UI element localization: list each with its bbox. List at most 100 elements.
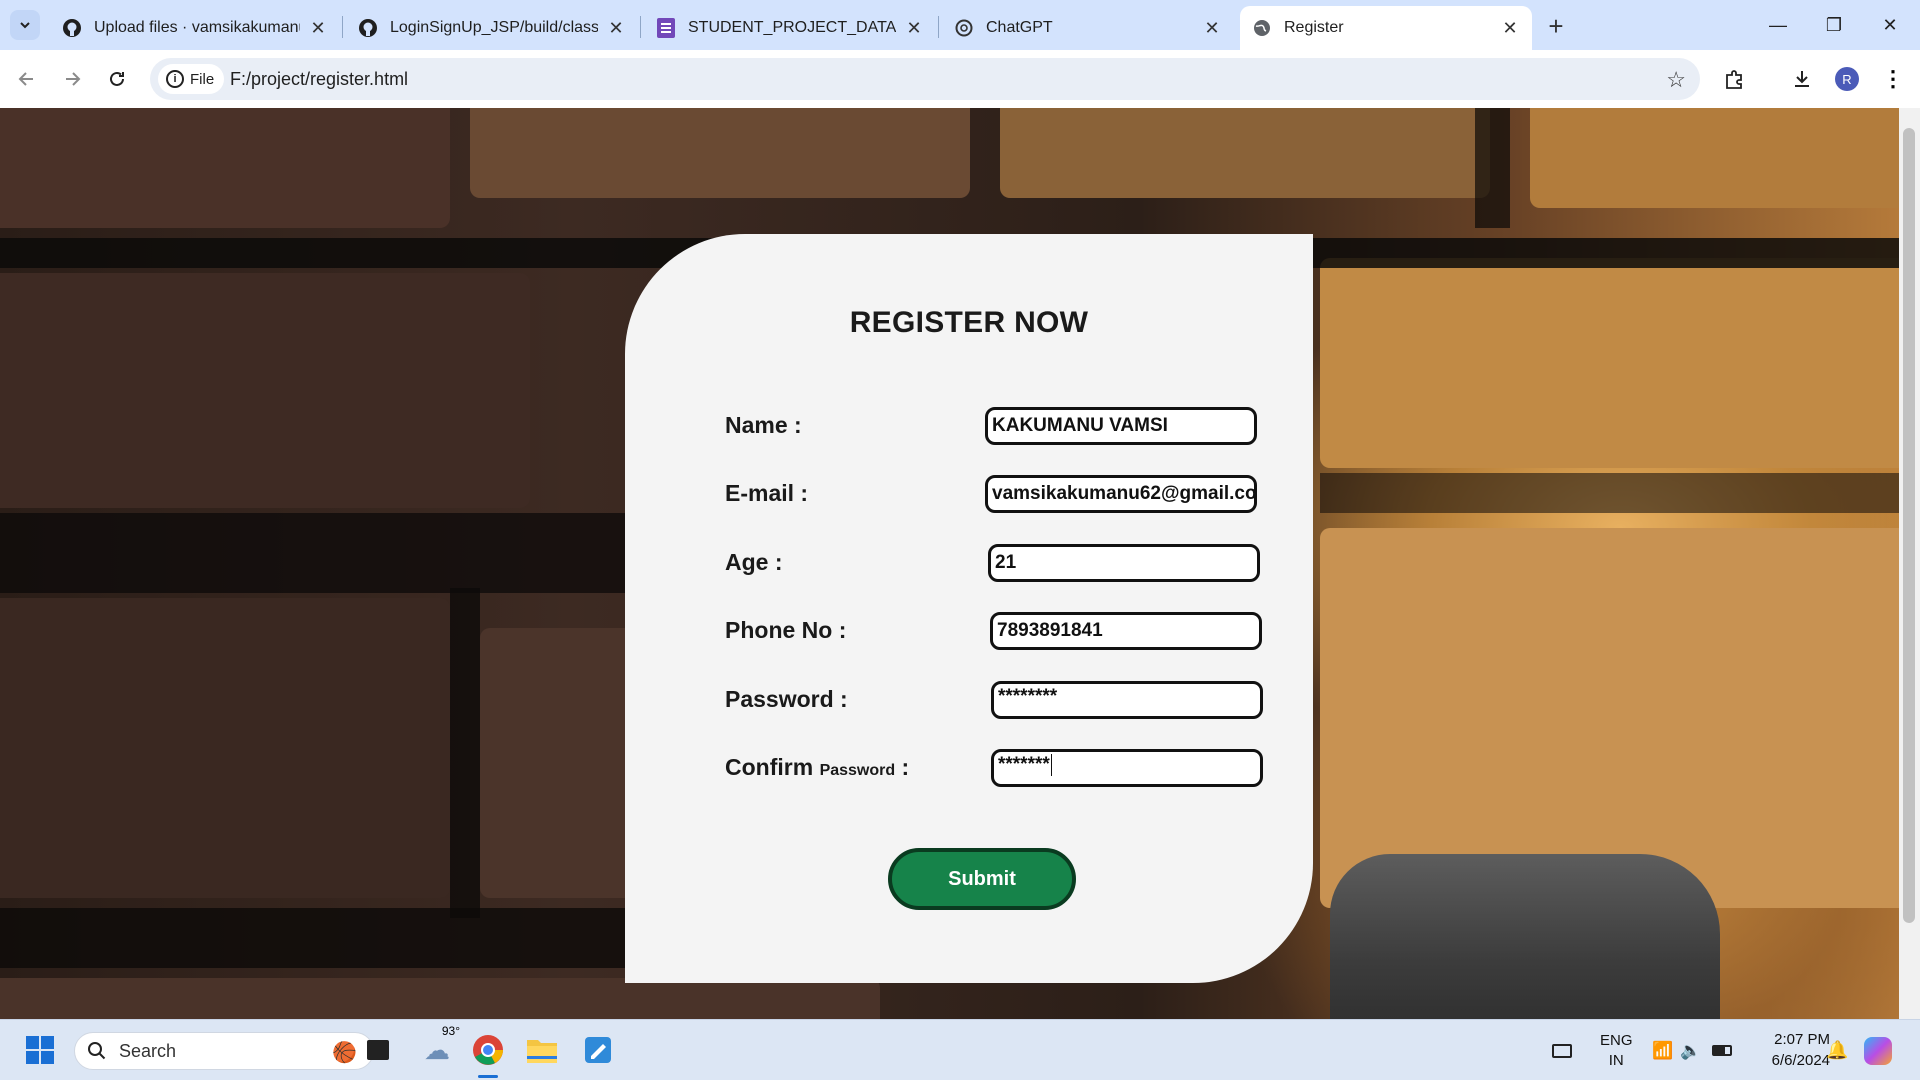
display-icon bbox=[1552, 1043, 1572, 1058]
tab-register[interactable]: Register ✕ bbox=[1240, 6, 1532, 50]
minimize-button[interactable]: — bbox=[1750, 0, 1806, 50]
background-mortar bbox=[0, 513, 640, 593]
cloud-icon: ☁ bbox=[424, 1034, 450, 1065]
phone-field[interactable]: 7893891841 bbox=[990, 612, 1262, 650]
phone-label: Phone No : bbox=[725, 617, 847, 643]
email-field[interactable]: vamsikakumanu62@gmail.com bbox=[985, 475, 1257, 513]
address-bar[interactable]: i File F:/project/register.html ☆ bbox=[150, 58, 1700, 100]
bookmark-star-icon[interactable]: ☆ bbox=[1666, 67, 1686, 93]
minimize-icon: — bbox=[1769, 14, 1787, 35]
close-icon[interactable]: ✕ bbox=[1202, 18, 1222, 38]
tab-upload-files[interactable]: Upload files · vamsikakumanu/L ✕ bbox=[50, 6, 340, 50]
back-button[interactable] bbox=[10, 62, 44, 96]
file-explorer-button[interactable] bbox=[520, 1030, 564, 1070]
confirm-password-field[interactable]: ******* bbox=[991, 749, 1263, 787]
clock-date: 6/6/2024 bbox=[1771, 1052, 1830, 1069]
language-indicator[interactable]: ENG IN bbox=[1600, 1020, 1633, 1080]
restore-button[interactable]: ❐ bbox=[1806, 0, 1862, 50]
background-pot bbox=[1330, 854, 1720, 1019]
more-vert-icon: ⋮ bbox=[1882, 66, 1904, 91]
confirm-label-main: Confirm bbox=[725, 754, 814, 780]
copilot-icon[interactable] bbox=[1864, 1020, 1892, 1080]
background-mortar bbox=[1475, 108, 1510, 228]
chrome-taskbar-button[interactable] bbox=[466, 1030, 510, 1078]
task-view-button[interactable] bbox=[358, 1030, 398, 1070]
plus-icon: + bbox=[1548, 10, 1564, 41]
wifi-icon[interactable]: 📶 bbox=[1652, 1020, 1673, 1080]
close-icon[interactable]: ✕ bbox=[904, 18, 924, 38]
url-text[interactable]: F:/project/register.html bbox=[230, 69, 408, 90]
close-window-button[interactable]: ✕ bbox=[1862, 0, 1918, 50]
battery-icon[interactable] bbox=[1712, 1020, 1732, 1080]
close-icon: ✕ bbox=[1882, 14, 1898, 35]
name-field[interactable]: KAKUMANU VAMSI bbox=[985, 407, 1257, 445]
tab-label: LoginSignUp_JSP/build/classes/ bbox=[390, 19, 598, 36]
app-icon bbox=[585, 1037, 611, 1063]
background-brick bbox=[1320, 528, 1899, 908]
background-brick bbox=[1530, 108, 1899, 208]
site-info-chip[interactable]: i File bbox=[158, 64, 225, 94]
close-icon[interactable]: ✕ bbox=[1500, 18, 1520, 38]
menu-button[interactable]: ⋮ bbox=[1876, 62, 1910, 96]
github-icon bbox=[358, 18, 378, 38]
tab-divider bbox=[342, 16, 343, 38]
tray-screen-icon[interactable] bbox=[1552, 1020, 1572, 1080]
chrome-icon bbox=[473, 1035, 503, 1065]
confirm-label-small: Password bbox=[819, 762, 896, 779]
submit-button[interactable]: Submit bbox=[888, 848, 1076, 910]
weather-widget[interactable]: ☁ 93° bbox=[412, 1024, 462, 1070]
tab-label: STUDENT_PROJECT_DATA bbox=[688, 19, 896, 36]
forms-icon bbox=[656, 18, 676, 38]
background-mortar bbox=[450, 588, 480, 918]
tab-label: ChatGPT bbox=[986, 19, 1053, 36]
confirm-password-label: Confirm Password : bbox=[725, 754, 909, 781]
downloads-button[interactable] bbox=[1785, 62, 1819, 96]
background-mortar bbox=[1320, 473, 1899, 513]
tab-search-button[interactable] bbox=[10, 10, 40, 40]
background-brick bbox=[1320, 258, 1899, 468]
name-label: Name : bbox=[725, 412, 802, 438]
password-field[interactable]: ******** bbox=[991, 681, 1263, 719]
tab-divider bbox=[938, 16, 939, 38]
tab-student-project-data[interactable]: STUDENT_PROJECT_DATA ✕ bbox=[644, 6, 936, 50]
weather-temp: 93° bbox=[441, 1024, 460, 1038]
tab-label: Register bbox=[1284, 19, 1344, 36]
confirm-password-value: ******* bbox=[998, 754, 1050, 775]
register-form: REGISTER NOW Name : KAKUMANU VAMSI E-mai… bbox=[625, 234, 1313, 983]
age-label: Age : bbox=[725, 549, 783, 575]
new-tab-button[interactable]: + bbox=[1540, 10, 1572, 42]
forward-button[interactable] bbox=[55, 62, 89, 96]
reload-button[interactable] bbox=[100, 62, 134, 96]
browser-toolbar: i File F:/project/register.html ☆ R ⋮ bbox=[0, 50, 1920, 108]
start-button[interactable] bbox=[20, 1030, 60, 1070]
profile-button[interactable]: R bbox=[1830, 62, 1864, 96]
close-icon[interactable]: ✕ bbox=[308, 18, 328, 38]
task-view-icon bbox=[367, 1040, 389, 1060]
bell-icon[interactable]: 🔔 bbox=[1826, 1020, 1848, 1080]
background-brick bbox=[0, 978, 880, 1019]
windows-icon bbox=[26, 1036, 54, 1064]
app-taskbar-button[interactable] bbox=[576, 1030, 620, 1070]
search-icon bbox=[88, 1042, 106, 1060]
lang-top: ENG bbox=[1600, 1031, 1633, 1049]
close-icon[interactable]: ✕ bbox=[606, 18, 626, 38]
globe-icon bbox=[1252, 18, 1272, 38]
taskbar-search[interactable]: Search 🏀 bbox=[74, 1032, 374, 1070]
extensions-button[interactable] bbox=[1718, 62, 1752, 96]
background-mortar bbox=[0, 908, 700, 968]
restore-icon: ❐ bbox=[1825, 14, 1843, 35]
scrollbar-thumb[interactable] bbox=[1903, 128, 1915, 923]
volume-icon[interactable]: 🔈 bbox=[1680, 1020, 1701, 1080]
folder-icon bbox=[527, 1040, 557, 1063]
lang-bottom: IN bbox=[1608, 1051, 1624, 1069]
download-icon bbox=[1795, 71, 1809, 87]
background-brick bbox=[0, 108, 450, 228]
info-icon: i bbox=[166, 70, 184, 88]
tab-chatgpt[interactable]: ChatGPT ✕ bbox=[942, 6, 1234, 50]
page-title: REGISTER NOW bbox=[849, 306, 1089, 339]
system-clock[interactable]: 2:07 PM 6/6/2024 bbox=[1772, 1029, 1830, 1071]
email-label: E-mail : bbox=[725, 480, 809, 506]
chatgpt-icon bbox=[954, 18, 974, 38]
age-field[interactable]: 21 bbox=[988, 544, 1260, 582]
tab-loginsignup[interactable]: LoginSignUp_JSP/build/classes/ ✕ bbox=[346, 6, 638, 50]
